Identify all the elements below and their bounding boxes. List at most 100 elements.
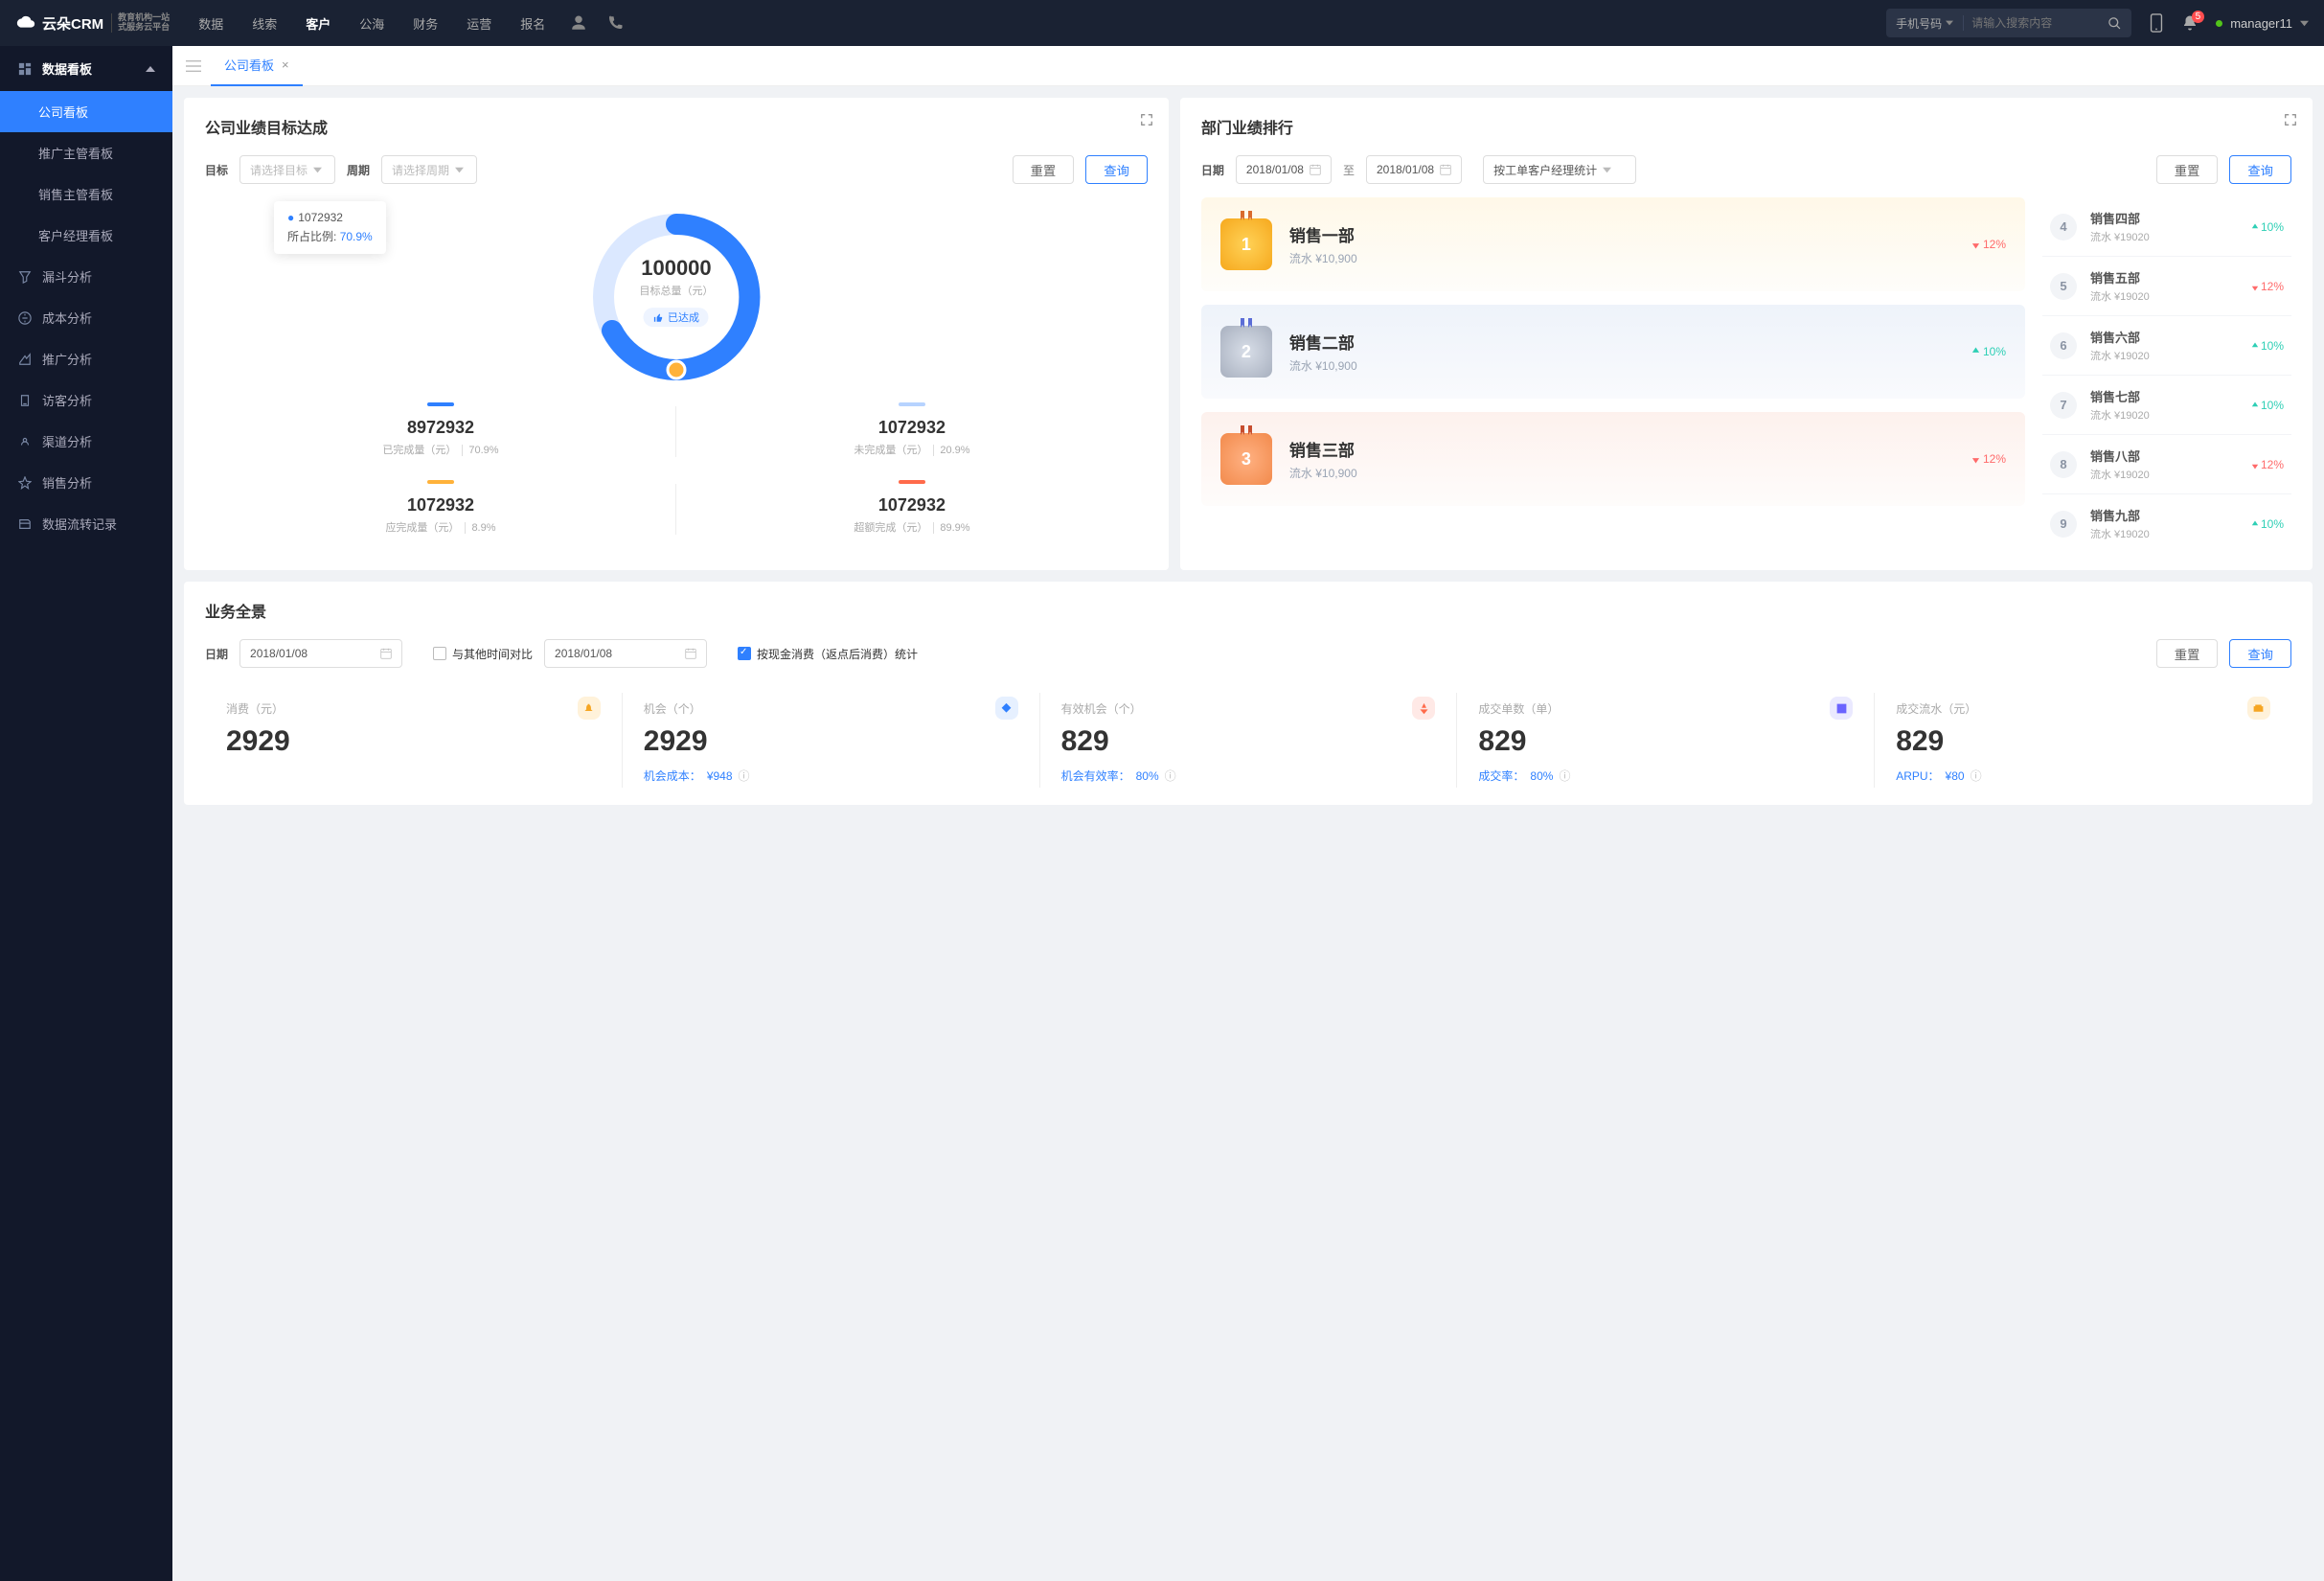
- trend-down-icon: 12%: [2251, 458, 2284, 471]
- target-donut: ●1072932 所占比例: 70.9% 100000 目标总量（元） 已达成: [205, 201, 1148, 393]
- funnel-icon: [17, 270, 33, 284]
- rank-filters: 日期 2018/01/08 至 2018/01/08 按工单客户经理统计: [1201, 155, 2291, 184]
- help-icon[interactable]: ⓘ: [739, 768, 750, 784]
- sidebar-group-head[interactable]: 数据看板: [0, 46, 172, 91]
- chevron-down-icon: [313, 166, 322, 174]
- panel-title: 公司业绩目标达成: [205, 115, 1148, 138]
- expand-icon[interactable]: [2284, 113, 2297, 126]
- rank-row-5[interactable]: 5销售五部流水 ¥1902012%: [2042, 257, 2291, 316]
- rank-card-1[interactable]: 1销售一部流水 ¥10,90012%: [1201, 197, 2025, 291]
- nav-link-0[interactable]: 数据: [198, 14, 223, 33]
- reset-button[interactable]: 重置: [2156, 639, 2219, 668]
- help-icon[interactable]: ⓘ: [1971, 768, 1982, 784]
- trend-up-icon: 10%: [2251, 339, 2284, 353]
- kpi-0: 消费（元）2929: [205, 693, 622, 788]
- rank-row-4[interactable]: 4销售四部流水 ¥1902010%: [2042, 197, 2291, 257]
- search-icon[interactable]: [2098, 16, 2131, 31]
- user-menu[interactable]: manager11: [2216, 16, 2309, 31]
- user-head-icon[interactable]: [570, 14, 587, 32]
- trend-up-icon: 10%: [2251, 399, 2284, 412]
- nav-link-4[interactable]: 财务: [413, 14, 438, 33]
- sidebar-item-2[interactable]: 销售主管看板: [0, 173, 172, 215]
- overview-compare-date[interactable]: 2018/01/08: [544, 639, 707, 668]
- rank-row-6[interactable]: 6销售六部流水 ¥1902010%: [2042, 316, 2291, 376]
- kpi-2: 有效机会（个）829机会有效率：80%ⓘ: [1039, 693, 1457, 788]
- rank-number: 8: [2050, 451, 2077, 478]
- period-select[interactable]: 请选择周期: [381, 155, 477, 184]
- rank-number: 4: [2050, 214, 2077, 241]
- phone-icon[interactable]: [606, 14, 624, 32]
- search-input[interactable]: [1964, 16, 2098, 30]
- nav-link-6[interactable]: 报名: [520, 14, 545, 33]
- nav-link-1[interactable]: 线索: [252, 14, 277, 33]
- tab-bar: 公司看板 ×: [172, 46, 2324, 86]
- overview-filters: 日期 2018/01/08 与其他时间对比 2018/01/08: [205, 639, 2291, 668]
- sidebar-item2-4[interactable]: 渠道分析: [0, 421, 172, 462]
- thumb-up-icon: [653, 312, 664, 323]
- sidebar-item2-2[interactable]: 推广分析: [0, 338, 172, 379]
- rank-card-3[interactable]: 3销售三部流水 ¥10,90012%: [1201, 412, 2025, 506]
- sidebar-item2-0[interactable]: 漏斗分析: [0, 256, 172, 297]
- compare-checkbox[interactable]: 与其他时间对比: [433, 646, 533, 662]
- nav-link-3[interactable]: 公海: [359, 14, 384, 33]
- date-to-input[interactable]: 2018/01/08: [1366, 155, 1462, 184]
- reset-button[interactable]: 重置: [1013, 155, 1075, 184]
- help-icon[interactable]: ⓘ: [1165, 768, 1176, 784]
- sidebar-item-1[interactable]: 推广主管看板: [0, 132, 172, 173]
- help-icon[interactable]: ⓘ: [1559, 768, 1570, 784]
- target-stat-0: 8972932已完成量（元）70.9%: [205, 393, 676, 470]
- channel-icon: [17, 435, 33, 448]
- kpi-icon: [995, 697, 1018, 720]
- cash-checkbox[interactable]: 按现金消费（返点后消费）统计: [738, 646, 918, 662]
- query-button[interactable]: 查询: [1085, 155, 1148, 184]
- chart-tooltip: ●1072932 所占比例: 70.9%: [274, 201, 386, 254]
- overview-date-input[interactable]: 2018/01/08: [239, 639, 402, 668]
- cloud-logo-icon: [15, 14, 36, 32]
- expand-icon[interactable]: [1140, 113, 1153, 126]
- sidebar-item-0[interactable]: 公司看板: [0, 91, 172, 132]
- rank-row-7[interactable]: 7销售七部流水 ¥1902010%: [2042, 376, 2291, 435]
- rank-number: 9: [2050, 511, 2077, 538]
- main-area: 公司看板 × 公司业绩目标达成 目标 请选择目标 周期: [172, 46, 2324, 1581]
- calendar-icon: [1440, 164, 1451, 175]
- tab-company-dashboard[interactable]: 公司看板 ×: [211, 46, 303, 86]
- donut-center: 100000 目标总量（元） 已达成: [639, 256, 713, 327]
- nav-links: 数据 线索 客户 公海 财务 运营 报名: [198, 14, 545, 33]
- kpi-icon: [578, 697, 601, 720]
- bell-icon[interactable]: 5: [2181, 14, 2199, 32]
- target-stat-3: 1072932超额完成（元）89.9%: [676, 470, 1148, 548]
- query-button[interactable]: 查询: [2229, 639, 2291, 668]
- rank-row-9[interactable]: 9销售九部流水 ¥1902010%: [2042, 494, 2291, 553]
- reset-button[interactable]: 重置: [2156, 155, 2219, 184]
- visitor-icon: [17, 394, 33, 407]
- trend-up-icon: 10%: [2251, 220, 2284, 234]
- medal-icon: 3: [1220, 433, 1272, 485]
- query-button[interactable]: 查询: [2229, 155, 2291, 184]
- nav-link-5[interactable]: 运营: [467, 14, 491, 33]
- search-type-select[interactable]: 手机号码: [1886, 15, 1963, 32]
- sidebar-item2-5[interactable]: 销售分析: [0, 462, 172, 503]
- search-box: 手机号码: [1886, 9, 2131, 37]
- sidebar-item2-3[interactable]: 访客分析: [0, 379, 172, 421]
- date-from-input[interactable]: 2018/01/08: [1236, 155, 1332, 184]
- kpi-3: 成交单数（单）829成交率：80%ⓘ: [1456, 693, 1874, 788]
- sidebar-item2-1[interactable]: 成本分析: [0, 297, 172, 338]
- chevron-down-icon: [1603, 166, 1611, 174]
- kpi-icon: [1412, 697, 1435, 720]
- nav-link-2[interactable]: 客户: [306, 14, 330, 33]
- chevron-down-icon: [2300, 19, 2309, 28]
- promo-icon: [17, 353, 33, 366]
- panel-title: 业务全景: [205, 599, 2291, 622]
- sidebar-item-3[interactable]: 客户经理看板: [0, 215, 172, 256]
- collapse-sidebar-icon[interactable]: [186, 59, 201, 73]
- stat-by-select[interactable]: 按工单客户经理统计: [1483, 155, 1636, 184]
- rank-rest: 4销售四部流水 ¥1902010%5销售五部流水 ¥1902012%6销售六部流…: [2042, 197, 2291, 553]
- rank-number: 6: [2050, 332, 2077, 359]
- close-icon[interactable]: ×: [282, 57, 289, 72]
- sidebar-item2-6[interactable]: 数据流转记录: [0, 503, 172, 544]
- mobile-device-icon[interactable]: [2149, 13, 2164, 33]
- rank-row-8[interactable]: 8销售八部流水 ¥1902012%: [2042, 435, 2291, 494]
- target-select[interactable]: 请选择目标: [239, 155, 335, 184]
- rank-card-2[interactable]: 2销售二部流水 ¥10,90010%: [1201, 305, 2025, 399]
- calendar-icon: [1310, 164, 1321, 175]
